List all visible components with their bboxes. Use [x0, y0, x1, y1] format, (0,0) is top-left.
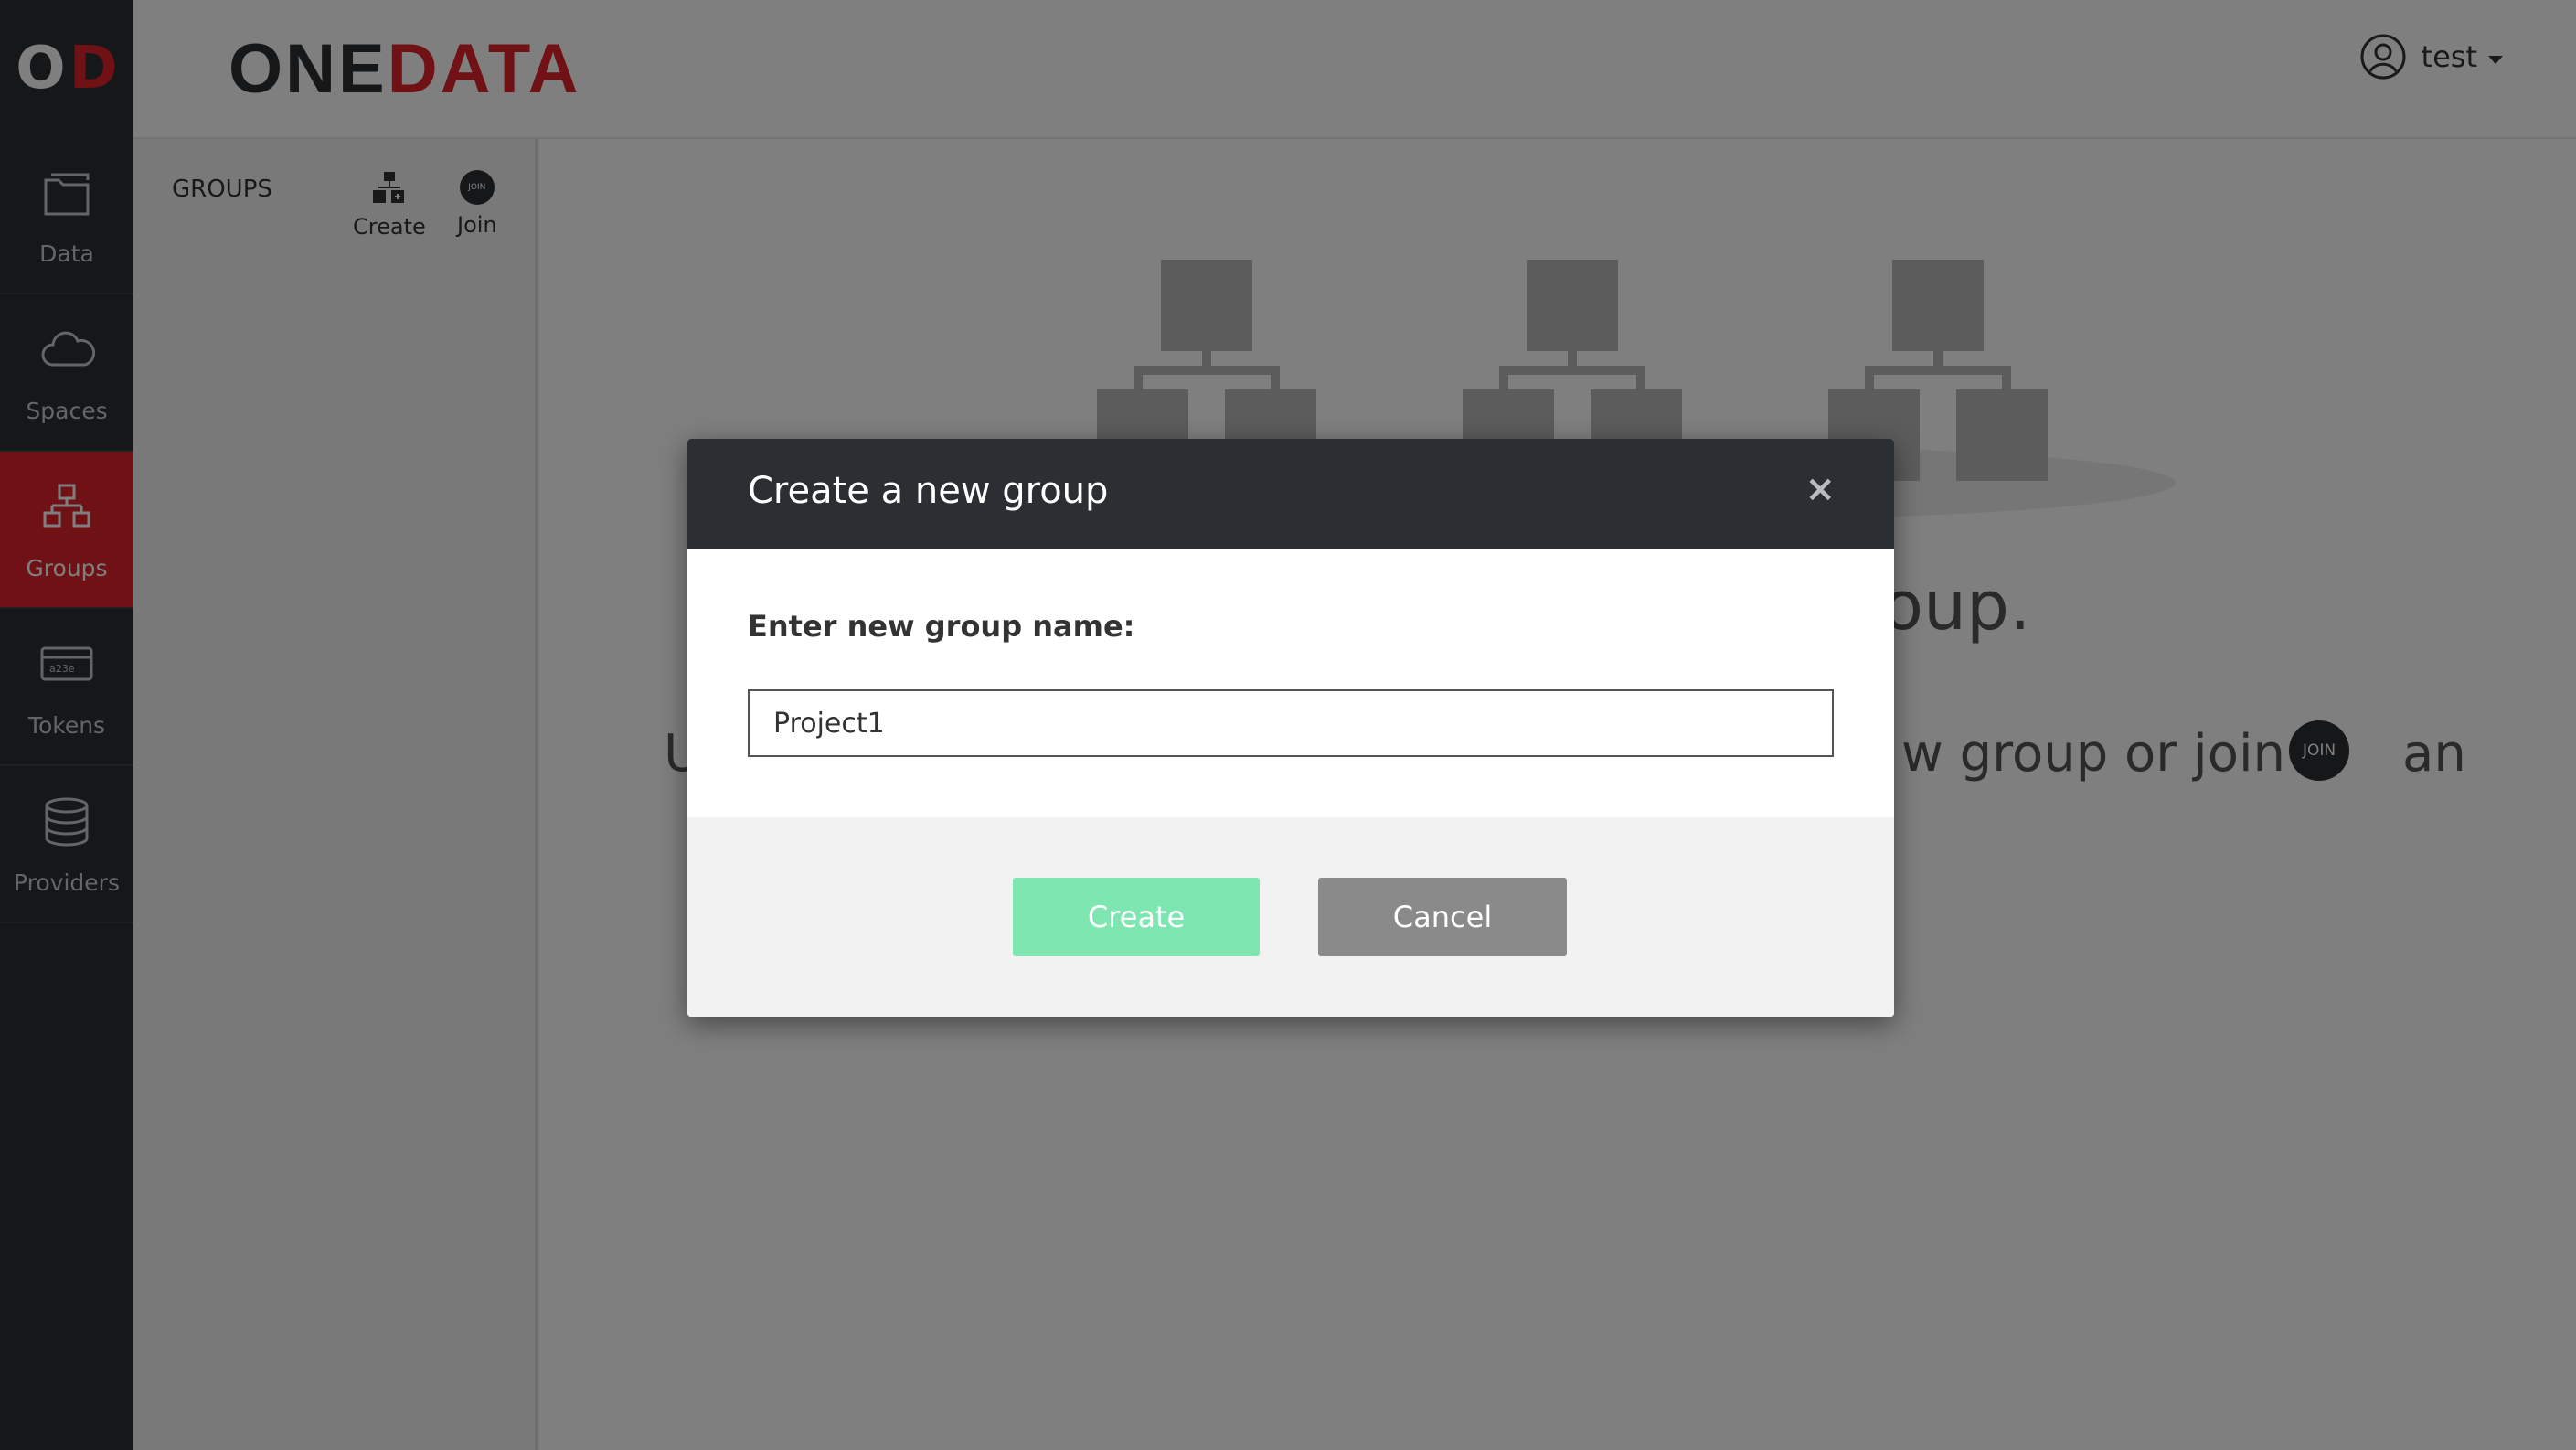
modal-header: Create a new group × [687, 439, 1894, 549]
modal-footer: Create Cancel [687, 817, 1894, 1017]
close-icon[interactable]: × [1804, 468, 1836, 510]
group-name-input[interactable] [748, 689, 1834, 757]
create-button[interactable]: Create [1013, 878, 1260, 956]
modal-body: Enter new group name: [687, 549, 1894, 817]
modal-title: Create a new group [748, 470, 1109, 512]
create-group-modal: Create a new group × Enter new group nam… [687, 439, 1894, 1017]
group-name-label: Enter new group name: [748, 609, 1135, 644]
cancel-button[interactable]: Cancel [1318, 878, 1567, 956]
